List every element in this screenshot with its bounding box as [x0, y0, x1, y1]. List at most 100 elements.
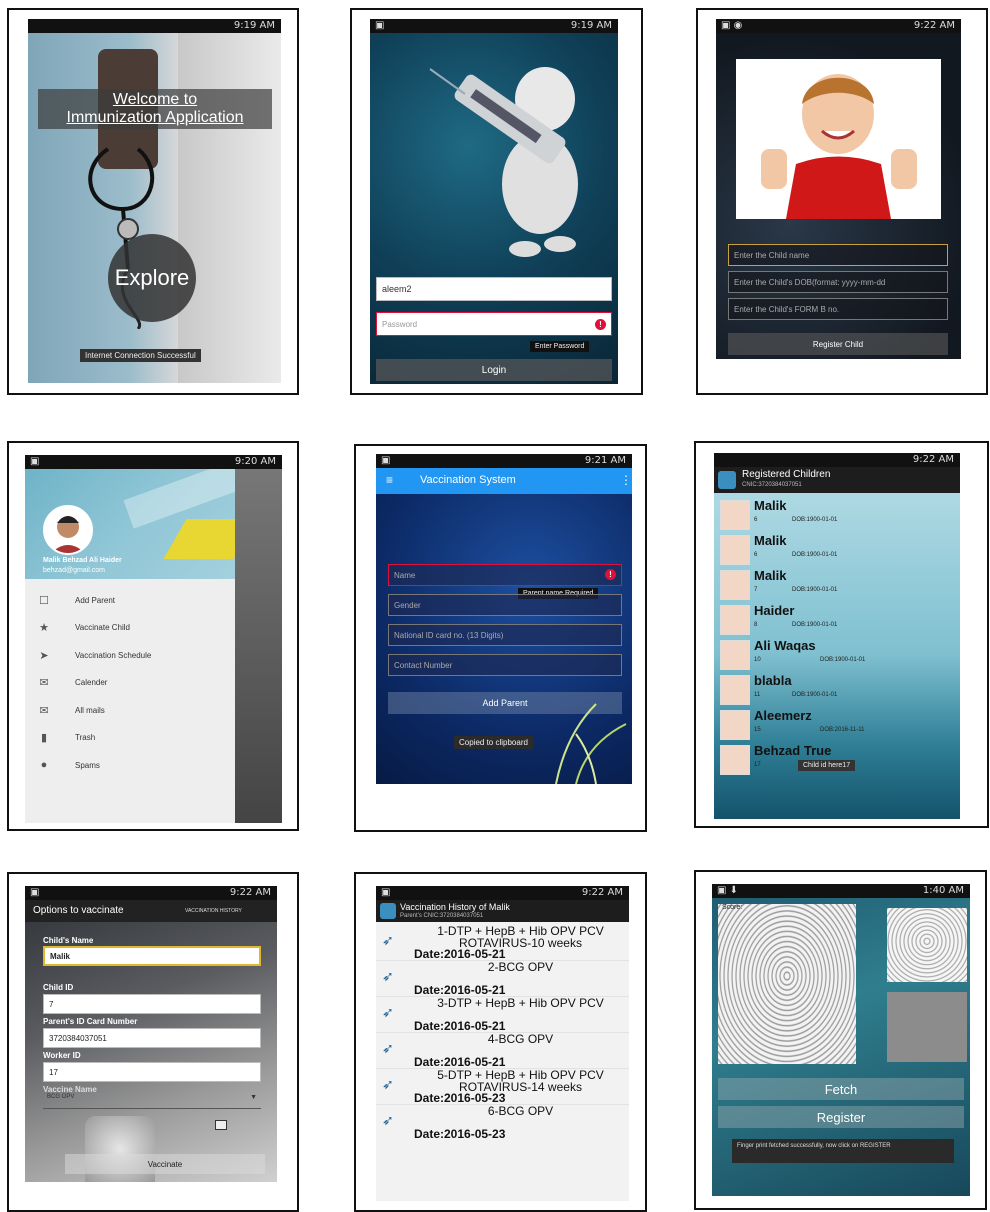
- child-name: blabla: [754, 673, 792, 688]
- error-icon: !: [605, 569, 616, 580]
- status-bar: 9:22 AM: [714, 453, 960, 467]
- child-name-field[interactable]: Enter the Child name: [728, 244, 948, 266]
- list-item[interactable]: Malik 6 DOB:1900-01-01: [720, 532, 954, 565]
- child-photo: [736, 59, 941, 219]
- register-child-label: Register Child: [812, 339, 864, 349]
- list-item[interactable]: Malik 7 DOB:1900-01-01: [720, 567, 954, 600]
- menu-item-vaccinate-child[interactable]: ★ Vaccinate Child: [37, 621, 130, 634]
- app-logo-icon: [718, 471, 736, 489]
- menu-item-calender[interactable]: ✉ Calender: [37, 676, 107, 689]
- list-item[interactable]: ➶ 1-DTP + HepB + Hib OPV PCV ROTAVIRUS-10…: [376, 924, 629, 961]
- list-item[interactable]: Haider 8 DOB:1900-01-01: [720, 602, 954, 635]
- person-icon: ☐: [39, 595, 49, 607]
- vaccination-date: Date:2016-05-21: [414, 983, 506, 997]
- child-name-field[interactable]: Malik: [43, 946, 261, 966]
- explore-button[interactable]: Explore: [108, 234, 196, 322]
- register-child-button[interactable]: Register Child: [728, 333, 948, 355]
- screenshot-frame-fingerprint: ▣ ⬇ 1:40 AM Score: Fetch Register Finger …: [694, 870, 987, 1210]
- list-item[interactable]: Malik 6 DOB:1900-01-01: [720, 497, 954, 530]
- vaccination-date: Date:2016-05-23: [414, 1127, 506, 1141]
- error-icon: !: [595, 319, 606, 330]
- child-dob-field[interactable]: Enter the Child's DOB(format: yyyy-mm-dd: [728, 271, 948, 293]
- score-label: Score:: [722, 904, 743, 911]
- menu-item-spams[interactable]: ● Spams: [37, 759, 100, 771]
- password-field[interactable]: Password: [376, 312, 612, 336]
- list-item[interactable]: ➶ 6-BCG OPV Date:2016-05-23: [376, 1104, 629, 1141]
- list-item[interactable]: Ali Waqas 10 DOB:1900-01-01: [720, 637, 954, 670]
- overflow-menu-icon[interactable]: ⋮: [620, 473, 632, 487]
- vaccine-names: 3-DTP + HepB + Hib OPV PCV: [437, 996, 604, 1010]
- screen-title: Registered Children: [742, 469, 831, 480]
- child-name-label: Child's Name: [43, 936, 94, 945]
- fetch-button[interactable]: Fetch: [718, 1078, 964, 1100]
- avatar[interactable]: [43, 505, 93, 555]
- phone-history: ▣ 9:22 AM Vaccination History of Malik Pa…: [376, 886, 629, 1201]
- child-avatar: [720, 535, 750, 565]
- screen-subtitle: Parent's CNIC:3720384037051: [400, 913, 484, 919]
- status-bar: 9:19 AM: [28, 19, 281, 33]
- syringe-icon: ➶: [382, 968, 394, 984]
- menu-item-add-parent[interactable]: ☐ Add Parent: [37, 594, 115, 607]
- syringe-icon: ➶: [382, 1004, 394, 1020]
- menu-item-label: Add Parent: [75, 596, 116, 605]
- login-button-label: Login: [481, 364, 507, 376]
- parent-id-label: Parent's ID Card Number: [43, 1017, 138, 1026]
- child-formb-field[interactable]: Enter the Child's FORM B no.: [728, 298, 948, 320]
- toast-text: Finger print fetched successfully, now c…: [737, 1143, 891, 1149]
- register-button[interactable]: Register: [718, 1106, 964, 1128]
- worker-id-field[interactable]: 17: [43, 1062, 261, 1082]
- fingerprint-image-large: Score:: [718, 904, 856, 1064]
- username-field[interactable]: aleem2: [376, 277, 612, 301]
- screen-title: Vaccination History of Malik: [400, 902, 510, 912]
- menu-item-trash[interactable]: ▮ Trash: [37, 731, 95, 744]
- hamburger-menu-icon[interactable]: ≡: [386, 473, 393, 487]
- vaccination-history-menu[interactable]: VACCINATION HISTORY: [185, 908, 242, 914]
- list-item[interactable]: ➶ 5-DTP + HepB + Hib OPV PCV ROTAVIRUS-14…: [376, 1068, 629, 1105]
- welcome-title-box: Welcome to Immunization Application: [38, 89, 272, 129]
- status-bar: ▣ 9:21 AM: [376, 454, 632, 468]
- menu-item-label: All mails: [75, 706, 105, 715]
- gender-field[interactable]: Gender: [388, 594, 622, 616]
- menu-item-label: Spams: [75, 760, 100, 770]
- list-item[interactable]: ➶ 2-BCG OPV Date:2016-05-21: [376, 960, 629, 997]
- child-dob: DOB:1900-01-01: [792, 587, 838, 593]
- list-item[interactable]: ➶ 3-DTP + HepB + Hib OPV PCV Date:2016-05-…: [376, 996, 629, 1033]
- checkbox[interactable]: [215, 1120, 227, 1130]
- list-item[interactable]: Aleemerz 15 DOB:2016-11-11: [720, 707, 954, 740]
- status-time: 1:40 AM: [922, 885, 964, 896]
- phone-vaccinate: ▣ 9:22 AM Options to vaccinate VACCINATIO…: [25, 886, 277, 1182]
- title-bar: Options to vaccinate VACCINATION HISTORY: [25, 900, 277, 922]
- list-item[interactable]: ➶ 4-BCG OPV Date:2016-05-21: [376, 1032, 629, 1069]
- status-time: 9:21 AM: [584, 455, 626, 466]
- vaccination-date: Date:2016-05-23: [414, 1091, 506, 1105]
- menu-item-label: Calender: [75, 678, 108, 687]
- list-item[interactable]: blabla 11 DOB:1900-01-01: [720, 672, 954, 705]
- vaccinate-button[interactable]: Vaccinate: [65, 1154, 265, 1174]
- child-name: Behzad True: [754, 743, 832, 758]
- child-id: 10: [754, 657, 761, 663]
- phone-login: ▣ 9:19 AM aleem2 Password ! Enter Passwor…: [370, 19, 618, 384]
- child-name: Malik: [754, 533, 787, 548]
- toast-message: Finger print fetched successfully, now c…: [732, 1139, 954, 1163]
- vaccine-select-value: BCG OPV: [47, 1094, 75, 1100]
- menu-item-all-mails[interactable]: ✉ All mails: [37, 704, 105, 717]
- child-avatar: [720, 640, 750, 670]
- add-parent-label: Add Parent: [482, 698, 528, 708]
- toast-message: Child id here17: [798, 760, 856, 771]
- parent-id-field[interactable]: 3720384037051: [43, 1028, 261, 1048]
- national-id-field[interactable]: National ID card no. (13 Digits): [388, 624, 622, 646]
- contact-number-field[interactable]: Contact Number: [388, 654, 622, 676]
- login-button[interactable]: Login: [376, 359, 612, 381]
- menu-item-vaccination-schedule[interactable]: ➤ Vaccination Schedule: [37, 649, 151, 662]
- vaccination-date: Date:2016-05-21: [414, 1055, 506, 1069]
- child-id-field[interactable]: 7: [43, 994, 261, 1014]
- app-title: Vaccination System: [420, 474, 516, 486]
- status-bar: ▣ ⬇ 1:40 AM: [712, 884, 970, 898]
- child-id: 6: [754, 517, 758, 523]
- phone-welcome: 9:19 AM Welcome to Immunization Applicat…: [28, 19, 281, 383]
- vaccine-select[interactable]: BCG OPV ▼: [43, 1094, 261, 1109]
- child-id: 17: [754, 762, 761, 768]
- syringe-icon: ➶: [382, 1112, 394, 1128]
- parent-name-field[interactable]: Name: [388, 564, 622, 586]
- status-time: 9:19 AM: [570, 20, 612, 31]
